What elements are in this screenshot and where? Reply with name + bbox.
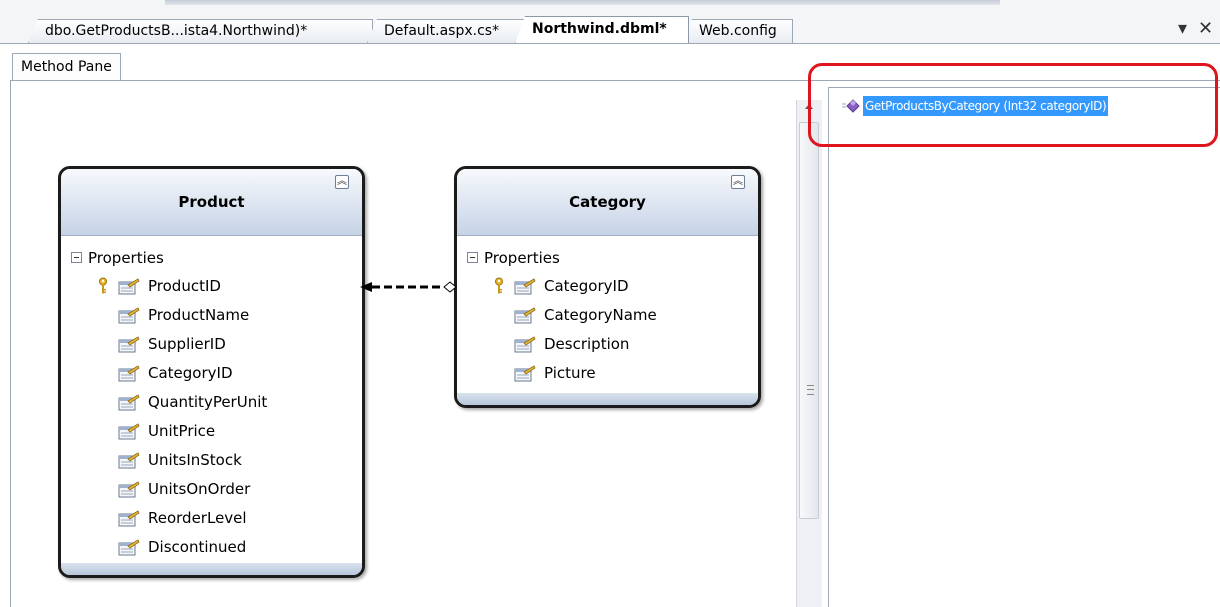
property-icon <box>118 394 140 411</box>
property-name: Picture <box>544 364 596 382</box>
property-icon <box>514 278 536 295</box>
association-diamond-icon <box>443 281 457 293</box>
property-row[interactable]: UnitPrice <box>61 417 362 446</box>
property-icon <box>118 278 140 295</box>
property-icon <box>118 510 140 527</box>
property-icon <box>118 481 140 498</box>
property-icon <box>118 423 140 440</box>
property-name: CategoryID <box>148 364 233 382</box>
property-icon <box>514 336 536 353</box>
close-icon[interactable]: ✕ <box>1198 18 1213 39</box>
entity-header: Category ︽ <box>457 169 758 236</box>
entity-product[interactable]: Product ︽ Properties ProductID ProductNam… <box>58 166 365 578</box>
tab-label: Web.config <box>699 23 777 39</box>
scroll-up-arrow-icon[interactable] <box>805 104 813 109</box>
entity-title: Category <box>569 193 646 211</box>
method-icon <box>842 99 860 113</box>
property-row[interactable]: ProductName <box>61 301 362 330</box>
collapse-section-icon[interactable] <box>71 252 82 263</box>
tab-web-config[interactable]: Web.config <box>682 19 793 43</box>
collapse-entity-icon[interactable]: ︽ <box>335 175 349 189</box>
property-row[interactable]: Picture <box>457 359 758 388</box>
property-icon <box>118 452 140 469</box>
dropdown-icon[interactable]: ▾ <box>1178 18 1187 39</box>
method-signature: GetProductsByCategory (Int32 categoryID) <box>863 96 1109 116</box>
association-line[interactable] <box>358 272 460 302</box>
property-icon <box>118 336 140 353</box>
property-icon <box>118 365 140 382</box>
property-row[interactable]: QuantityPerUnit <box>61 388 362 417</box>
property-row[interactable]: Description <box>457 330 758 359</box>
property-name: Description <box>544 335 630 353</box>
method-pane-label: Method Pane <box>21 59 112 75</box>
tab-label: dbo.GetProductsB...ista4.Northwind)* <box>45 23 308 39</box>
tab-label: Northwind.dbml* <box>532 21 667 37</box>
property-name: ProductID <box>148 277 221 295</box>
property-row[interactable]: CategoryName <box>457 301 758 330</box>
scroll-thumb[interactable] <box>799 122 819 519</box>
entity-title: Product <box>178 193 245 211</box>
tab-strip-divider <box>0 43 1220 44</box>
tab-strip-top-border <box>165 0 1000 5</box>
entity-header: Product ︽ <box>61 169 362 236</box>
property-row[interactable]: ProductID <box>61 272 362 301</box>
property-icon <box>514 365 536 382</box>
method-pane-tab[interactable]: Method Pane <box>12 53 121 81</box>
properties-section[interactable]: Properties <box>457 244 758 272</box>
property-name: QuantityPerUnit <box>148 393 268 411</box>
primary-key-icon <box>99 277 107 294</box>
tab-northwind-dbml[interactable]: Northwind.dbml* <box>515 16 689 44</box>
association-arrowhead-icon <box>360 282 372 292</box>
grip-icon <box>807 385 814 395</box>
entity-footer <box>61 563 362 575</box>
method-pane-splitter[interactable] <box>796 100 822 607</box>
method-pane[interactable]: GetProductsByCategory (Int32 categoryID) <box>828 87 1220 607</box>
method-item[interactable]: GetProductsByCategory (Int32 categoryID) <box>841 96 1109 116</box>
tab-stored-procedure[interactable]: dbo.GetProductsB...ista4.Northwind)* <box>28 19 373 43</box>
property-icon <box>514 307 536 324</box>
collapse-entity-icon[interactable]: ︽ <box>731 175 745 189</box>
property-name: ReorderLevel <box>148 509 247 527</box>
property-row[interactable]: CategoryID <box>61 359 362 388</box>
collapse-section-icon[interactable] <box>467 252 478 263</box>
section-label: Properties <box>88 249 164 267</box>
property-name: CategoryName <box>544 306 657 324</box>
property-name: CategoryID <box>544 277 629 295</box>
property-name: SupplierID <box>148 335 226 353</box>
property-name: UnitPrice <box>148 422 216 440</box>
properties-section[interactable]: Properties <box>61 244 362 272</box>
primary-key-icon <box>495 277 503 294</box>
property-name: UnitsInStock <box>148 451 242 469</box>
property-row[interactable]: Discontinued <box>61 533 362 562</box>
property-row[interactable]: UnitsInStock <box>61 446 362 475</box>
property-name: Discontinued <box>148 538 247 556</box>
property-row[interactable]: UnitsOnOrder <box>61 475 362 504</box>
property-row[interactable]: CategoryID <box>457 272 758 301</box>
property-row[interactable]: ReorderLevel <box>61 504 362 533</box>
tab-label: Default.aspx.cs* <box>384 23 500 39</box>
property-row[interactable]: SupplierID <box>61 330 362 359</box>
property-icon <box>118 307 140 324</box>
section-label: Properties <box>484 249 560 267</box>
property-name: ProductName <box>148 306 250 324</box>
tab-default-aspx-cs[interactable]: Default.aspx.cs* <box>367 19 527 43</box>
document-tab-strip: dbo.GetProductsB...ista4.Northwind)* Def… <box>0 0 1220 44</box>
property-name: UnitsOnOrder <box>148 480 251 498</box>
entity-footer <box>457 393 758 405</box>
property-icon <box>118 539 140 556</box>
entity-category[interactable]: Category ︽ Properties CategoryID Category… <box>454 166 761 408</box>
